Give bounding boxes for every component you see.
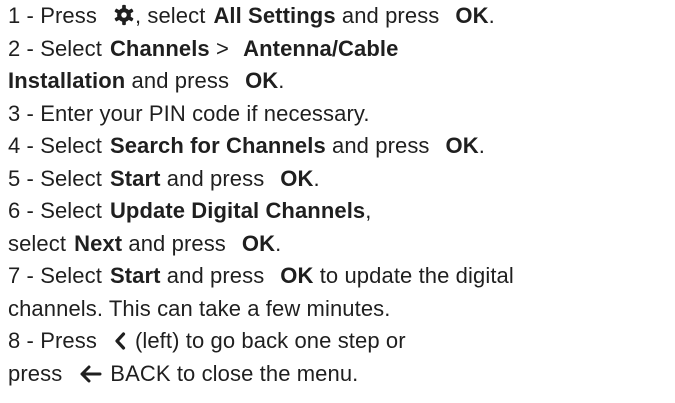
- ok-key-label: OK: [280, 165, 314, 191]
- step-6-text-a: Select: [40, 198, 102, 223]
- instructions: 1 - Press, select All Settings and press O…: [8, 0, 673, 390]
- ok-key-label: OK: [245, 68, 279, 93]
- step-8: 8 - Press (left) to go back one step or: [8, 325, 673, 358]
- installation-label: Installation: [8, 68, 126, 93]
- step-7-number: 7 -: [8, 263, 41, 288]
- step-1-text-a: Press: [40, 3, 97, 28]
- step-6-continued: select Next and press OK.: [8, 228, 673, 261]
- step-3-number: 3 -: [8, 100, 41, 126]
- start-label: Start: [109, 263, 161, 288]
- chevron-left-icon: [113, 328, 127, 361]
- step-1: 1 - Press , select All Settings and press O…: [8, 0, 673, 33]
- step-7-text-e: to update the digital: [313, 263, 514, 288]
- step-7-text-f: channels. This can take a few minutes.: [8, 295, 391, 321]
- step-6-comma: ,: [365, 198, 372, 223]
- step-4-text-a: Select: [40, 133, 102, 158]
- channels-label: Channels: [109, 35, 210, 61]
- step-7-text-c: and press: [166, 263, 265, 288]
- step-4-period: .: [478, 133, 485, 158]
- settings-gear-icon: [113, 3, 135, 36]
- antenna-cable-label: Antenna/Cable: [243, 35, 399, 61]
- step-8-text-c: press: [8, 360, 63, 386]
- step-7-text-a: Select: [40, 263, 102, 288]
- step-6: 6 - Select Update Digital Channels,: [8, 195, 673, 228]
- step-6-text-f: and press: [128, 230, 226, 256]
- step-1-text-b: , select: [134, 3, 206, 28]
- step-6-period: .: [275, 230, 282, 256]
- step-6-text-d: select: [8, 230, 67, 256]
- menu-separator: >: [209, 35, 236, 61]
- ok-key-label: OK: [241, 230, 276, 256]
- step-8-number: 8 -: [8, 328, 41, 353]
- step-7: 7 - Select Start and press OK to update th…: [8, 260, 673, 293]
- step-8-text-d: BACK to close the menu.: [110, 360, 359, 386]
- step-4-text-c: and press: [332, 133, 430, 158]
- step-8-continued: press BACK to close the menu.: [8, 358, 673, 391]
- step-5: 5 - Select Start and press OK.: [8, 163, 673, 196]
- step-4-number: 4 -: [8, 133, 41, 158]
- step-1-period: .: [488, 3, 495, 28]
- back-arrow-icon: [78, 361, 102, 394]
- start-label: Start: [109, 165, 161, 191]
- ok-key-label: OK: [280, 263, 314, 288]
- step-5-text-a: Select: [40, 165, 102, 191]
- step-1-text-d: and press: [341, 3, 440, 28]
- step-4: 4 - Select Search for Channels and press O…: [8, 130, 673, 163]
- step-2-continued: Installation and press OK.: [8, 65, 673, 98]
- all-settings-label: All Settings: [213, 3, 336, 28]
- update-digital-channels-label: Update Digital Channels: [109, 198, 366, 223]
- step-5-number: 5 -: [8, 165, 41, 191]
- step-2-number: 2 -: [8, 35, 41, 61]
- step-8-text-b: (left) to go back one step or: [134, 328, 406, 353]
- step-2-text-a: Select: [40, 35, 102, 61]
- step-2: 2 - Select Channels > Antenna/Cable: [8, 33, 673, 66]
- step-3-text: Enter your PIN code if necessary.: [40, 100, 370, 126]
- step-1-number: 1 -: [8, 3, 41, 28]
- step-5-period: .: [313, 165, 320, 191]
- search-for-channels-label: Search for Channels: [109, 133, 326, 158]
- step-3: 3 - Enter your PIN code if necessary.: [8, 98, 673, 131]
- step-2-text-f: and press: [125, 68, 230, 93]
- step-6-number: 6 -: [8, 198, 41, 223]
- step-8-text-a: Press: [40, 328, 97, 353]
- next-label: Next: [74, 230, 123, 256]
- ok-key-label: OK: [445, 133, 479, 158]
- step-7-continued: channels. This can take a few minutes.: [8, 293, 673, 326]
- step-5-text-c: and press: [166, 165, 265, 191]
- step-2-period: .: [278, 68, 285, 93]
- ok-key-label: OK: [455, 3, 489, 28]
